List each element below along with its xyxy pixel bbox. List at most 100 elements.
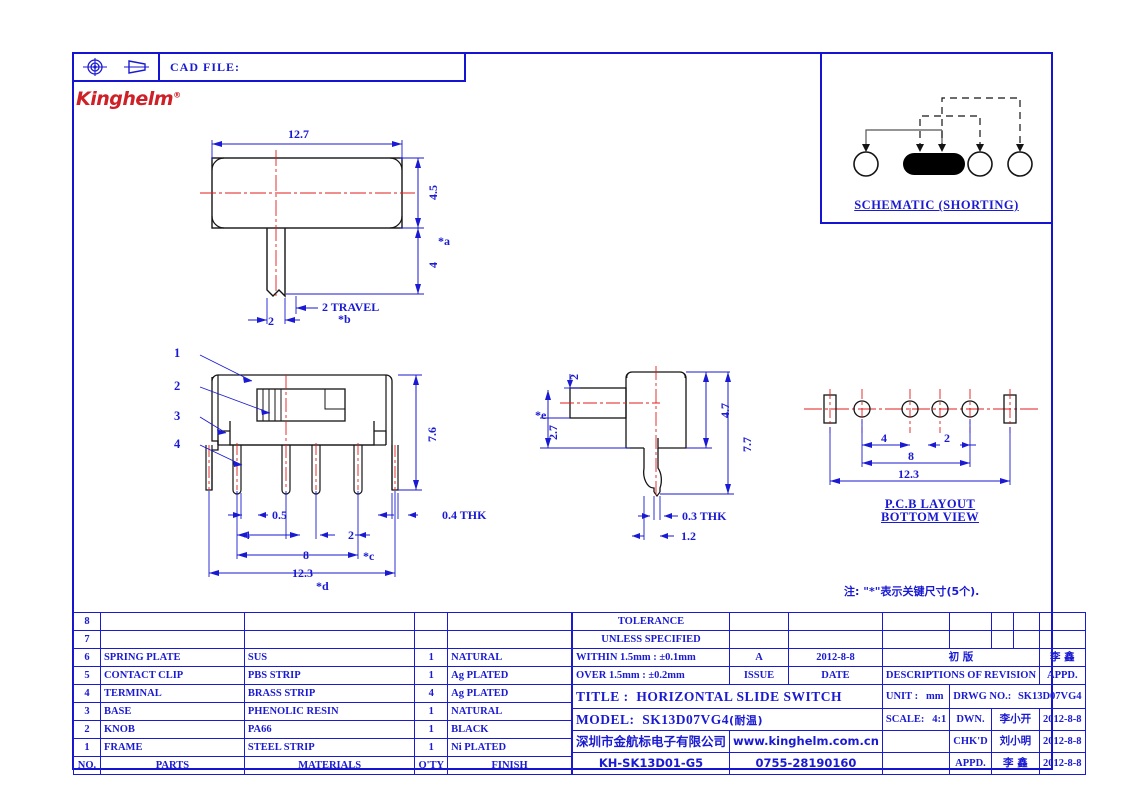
- side-view-dim-bracket-thk: 0.3 THK: [682, 509, 727, 523]
- bom-part: BASE: [99, 702, 245, 721]
- kinghelm-logo: Kinghelm®: [76, 88, 181, 110]
- side-view-drawing: [540, 366, 734, 540]
- unit-cell: UNIT : mm: [881, 684, 951, 709]
- title-row-company: 深圳市金航标电子有限公司 www.kinghelm.com.cn CHK'D 刘…: [571, 730, 1086, 753]
- appd-label: APPD.: [1039, 666, 1086, 685]
- balloon-3: 3: [174, 409, 181, 423]
- company-website[interactable]: www.kinghelm.com.cn: [729, 730, 883, 753]
- table-row: 8: [73, 612, 572, 631]
- top-view-dim-height: 4.5: [426, 185, 440, 200]
- side-view-dim-bracket-width: 1.2: [681, 529, 696, 543]
- bom-finish: BLACK: [447, 720, 572, 739]
- bom-header-materials: MATERIALS: [243, 756, 416, 775]
- chkd-date-value: 2012-8-8: [1039, 730, 1086, 753]
- logo-registered-mark: ®: [173, 90, 181, 100]
- bom-material: STEEL STRIP: [243, 738, 416, 757]
- chkd-role-label: CHK'D: [949, 730, 992, 753]
- schematic-terminal-4: [1007, 151, 1033, 177]
- schematic-terminal-3: [967, 151, 993, 177]
- side-view-star-e: *e: [535, 408, 547, 422]
- dwn-date-value: 2012-8-8: [1039, 708, 1086, 731]
- title-value: HORIZONTAL SLIDE SWITCH: [636, 689, 842, 704]
- bom-material: [243, 630, 416, 649]
- title-row-title: TITLE : HORIZONTAL SLIDE SWITCH UNIT : m…: [572, 684, 1086, 709]
- schematic-caption: SCHEMATIC (SHORTING): [854, 198, 1019, 212]
- bom-material: SUS: [243, 648, 416, 667]
- bom-material: [243, 612, 416, 631]
- schematic-terminal-1: [853, 151, 879, 177]
- bom-finish: Ag PLATED: [447, 666, 572, 685]
- tolerance-subheading: UNLESS SPECIFIED: [571, 630, 731, 649]
- balloon-2: 2: [174, 379, 181, 393]
- company-name-cn: 深圳市金航标电子有限公司: [571, 730, 731, 753]
- bom-no: 1: [73, 738, 101, 757]
- title-row-issue-labels: OVER 1.5mm : ±0.2mm ISSUE DATE DESCRIPTI…: [571, 666, 1086, 685]
- side-view-dim-overall-height: 7.7: [740, 437, 754, 452]
- top-view-dim-lever-width: 2: [268, 314, 274, 328]
- model-cell: MODEL: SK13D07VG4(耐温): [572, 708, 883, 731]
- side-view-dim-lever-thk: 2: [567, 374, 581, 380]
- bom-qty: [414, 612, 449, 631]
- pcb-dim-span-8: 8: [908, 449, 914, 463]
- bom-no: 5: [73, 666, 101, 685]
- tolerance-heading: TOLERANCE: [571, 612, 731, 631]
- drwg-no-cell: DRWG NO.: SK13D07VG4: [949, 684, 1086, 709]
- top-view-dim-width: 12.7: [288, 127, 309, 141]
- bom-no: 6: [73, 648, 101, 667]
- title-block-table: TOLERANCE UNLESS SPECIFIED WITHIN 1.5mm …: [571, 612, 1086, 775]
- front-view-dim-span-8: 8: [303, 548, 309, 562]
- top-view-star-b: *b: [338, 312, 351, 326]
- bom-no: 2: [73, 720, 101, 739]
- front-view-star-c: *c: [363, 549, 375, 563]
- bom-finish: Ag PLATED: [447, 684, 572, 703]
- chkd-name-value: 刘小明: [990, 730, 1041, 753]
- title-row-partnumber: KH-SK13D01-G5 0755-28190160 APPD. 李 鑫 20…: [571, 752, 1086, 775]
- drwg-no-label: DRWG NO.:: [953, 691, 1012, 702]
- bom-no: 4: [73, 684, 101, 703]
- projection-symbol: [74, 54, 160, 80]
- revision-description-value: 初 版: [881, 648, 1041, 667]
- bom-qty: 1: [414, 738, 449, 757]
- bom-part: FRAME: [99, 738, 245, 757]
- appd-name-value: 李 鑫: [990, 752, 1041, 775]
- table-row: 7: [73, 630, 572, 649]
- tolerance-over: OVER 1.5mm : ±0.2mm: [571, 666, 731, 685]
- bom-part: CONTACT CLIP: [99, 666, 245, 685]
- balloon-1: 1: [174, 346, 181, 360]
- bom-material: PHENOLIC RESIN: [243, 702, 416, 721]
- cone-projection-icon: [124, 60, 149, 74]
- table-row: 2 KNOB PA66 1 BLACK: [73, 720, 572, 739]
- key-dimension-note: 注: "*"表示关键尺寸(5个).: [844, 585, 980, 598]
- side-view-dim-body-height: 4.7: [718, 403, 732, 418]
- front-view-dim-body-height: 7.6: [425, 427, 439, 442]
- bom-material: BRASS STRIP: [243, 684, 416, 703]
- bom-part: [99, 630, 245, 649]
- first-angle-projection-icon: [83, 58, 107, 76]
- bom-header-row: NO. PARTS MATERIALS Q'TY FINISH: [73, 756, 572, 775]
- appd-date-value: 2012-8-8: [1039, 752, 1086, 775]
- table-row: 4 TERMINAL BRASS STRIP 4 Ag PLATED: [73, 684, 572, 703]
- bom-part: [99, 612, 245, 631]
- title-row-tolerance-1: TOLERANCE: [571, 612, 1086, 631]
- phone-number-value: 0755-28190160: [729, 752, 883, 775]
- front-view-dim-pitch-4: 4: [244, 528, 250, 542]
- bom-header-parts: PARTS: [99, 756, 245, 775]
- balloon-4: 4: [174, 437, 181, 451]
- pcb-layout-drawing: [804, 389, 1040, 485]
- table-row: 6 SPRING PLATE SUS 1 NATURAL: [73, 648, 572, 667]
- bom-qty: 4: [414, 684, 449, 703]
- model-suffix: (耐温): [729, 713, 764, 727]
- bom-part: KNOB: [99, 720, 245, 739]
- bom-finish: [447, 612, 572, 631]
- dwn-role-label: DWN.: [949, 708, 992, 731]
- part-number-value: KH-SK13D01-G5: [571, 752, 731, 775]
- bom-finish: Ni PLATED: [447, 738, 572, 757]
- cad-file-label: CAD FILE:: [170, 59, 241, 74]
- bom-material: PBS STRIP: [243, 666, 416, 685]
- unit-value: mm: [925, 691, 944, 702]
- bom-finish: NATURAL: [447, 648, 572, 667]
- bom-header-no: NO.: [73, 756, 101, 775]
- appd-signature-value: 李 鑫: [1039, 648, 1086, 667]
- date-label: DATE: [788, 666, 883, 685]
- bom-header-qty: Q'TY: [414, 756, 449, 775]
